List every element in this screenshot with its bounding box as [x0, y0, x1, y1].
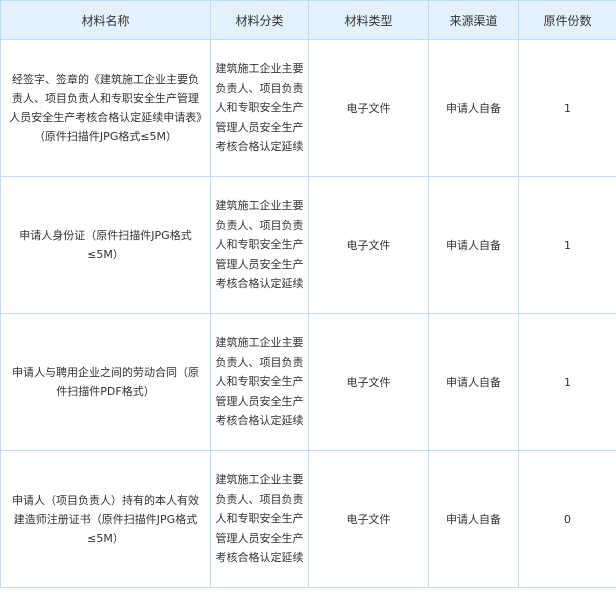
material-name: 申请人身份证（原件扫描件JPG格式≤5M） [0, 176, 211, 314]
original-copies: 1 [518, 39, 616, 177]
header-source-channel: 来源渠道 [428, 0, 519, 40]
material-category: 建筑施工企业主要负责人、项目负责人和专职安全生产管理人员安全生产考核合格认定延续 [210, 176, 309, 314]
material-name: 经签字、签章的《建筑施工企业主要负责人、项目负责人和专职安全生产管理人员安全生产… [0, 39, 211, 177]
table-row: 申请人身份证（原件扫描件JPG格式≤5M） 建筑施工企业主要负责人、项目负责人和… [0, 176, 616, 314]
header-material-name: 材料名称 [0, 0, 211, 40]
original-copies: 0 [518, 450, 616, 588]
original-copies: 1 [518, 176, 616, 314]
material-type: 电子文件 [308, 39, 429, 177]
material-category: 建筑施工企业主要负责人、项目负责人和专职安全生产管理人员安全生产考核合格认定延续 [210, 39, 309, 177]
table-row: 经签字、签章的《建筑施工企业主要负责人、项目负责人和专职安全生产管理人员安全生产… [0, 39, 616, 177]
header-original-copies: 原件份数 [518, 0, 616, 40]
material-type: 电子文件 [308, 450, 429, 588]
table-body: 经签字、签章的《建筑施工企业主要负责人、项目负责人和专职安全生产管理人员安全生产… [0, 39, 616, 588]
table-row: 申请人（项目负责人）持有的本人有效建造师注册证书（原件扫描件JPG格式≤5M） … [0, 450, 616, 588]
source-channel: 申请人自备 [428, 450, 519, 588]
header-material-type: 材料类型 [308, 0, 429, 40]
material-category: 建筑施工企业主要负责人、项目负责人和专职安全生产管理人员安全生产考核合格认定延续 [210, 450, 309, 588]
source-channel: 申请人自备 [428, 176, 519, 314]
source-channel: 申请人自备 [428, 39, 519, 177]
table-row: 申请人与聘用企业之间的劳动合同（原件扫描件PDF格式） 建筑施工企业主要负责人、… [0, 313, 616, 451]
material-name: 申请人与聘用企业之间的劳动合同（原件扫描件PDF格式） [0, 313, 211, 451]
table-header: 材料名称 材料分类 材料类型 来源渠道 原件份数 [0, 0, 616, 40]
materials-table: 材料名称 材料分类 材料类型 来源渠道 原件份数 经签字、签章的《建筑施工企业主… [0, 0, 616, 588]
header-material-category: 材料分类 [210, 0, 309, 40]
material-category: 建筑施工企业主要负责人、项目负责人和专职安全生产管理人员安全生产考核合格认定延续 [210, 313, 309, 451]
original-copies: 1 [518, 313, 616, 451]
header-row: 材料名称 材料分类 材料类型 来源渠道 原件份数 [0, 0, 616, 40]
source-channel: 申请人自备 [428, 313, 519, 451]
material-type: 电子文件 [308, 313, 429, 451]
material-type: 电子文件 [308, 176, 429, 314]
material-name: 申请人（项目负责人）持有的本人有效建造师注册证书（原件扫描件JPG格式≤5M） [0, 450, 211, 588]
